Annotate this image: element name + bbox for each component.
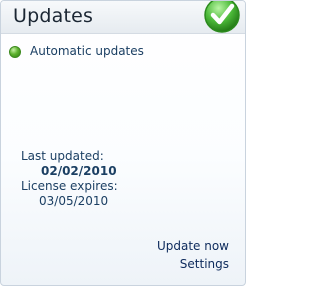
- license-expires-label: License expires:: [21, 179, 118, 193]
- check-icon: [204, 1, 240, 33]
- settings-link[interactable]: Settings: [157, 255, 229, 273]
- last-updated-value: 02/02/2010: [41, 164, 117, 178]
- automatic-updates-label: Automatic updates: [30, 44, 144, 58]
- panel-title: Updates: [13, 5, 94, 27]
- green-dot-icon: [9, 46, 21, 58]
- update-info: Last updated: 02/02/2010 License expires…: [21, 149, 221, 209]
- last-updated-label: Last updated:: [21, 149, 104, 163]
- action-links: Update now Settings: [157, 237, 229, 273]
- license-expires-value: 03/05/2010: [39, 194, 109, 208]
- update-now-link[interactable]: Update now: [157, 237, 229, 255]
- updates-panel: Updates Automatic updates Last updated: …: [0, 0, 246, 286]
